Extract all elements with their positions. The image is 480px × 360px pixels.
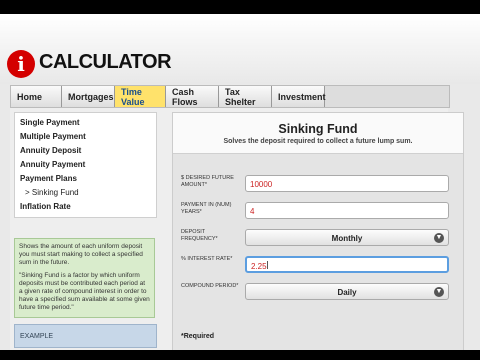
- future-amount-row: $ DESIRED FUTURE AMOUNT* 10000: [181, 173, 456, 197]
- sidebar-item-annuity-payment[interactable]: Annuity Payment: [15, 158, 156, 172]
- deposit-frequency-label: DEPOSIT FREQUENCY*: [181, 229, 218, 242]
- sidebar-menu: Single Payment Multiple Payment Annuity …: [14, 112, 157, 218]
- sidebar-item-payment-plans[interactable]: Payment Plans: [15, 172, 156, 186]
- logo-letter: i: [17, 52, 25, 76]
- sidebar-item-annuity-deposit[interactable]: Annuity Deposit: [15, 144, 156, 158]
- description-box: Shows the amount of each uniform deposit…: [14, 238, 155, 318]
- chevron-down-icon: ▼: [434, 233, 444, 243]
- example-label: EXAMPLE: [20, 333, 54, 340]
- main-nav: Home Mortgages Time Value Cash Flows Tax…: [10, 85, 450, 108]
- nav-tab-time-value[interactable]: Time Value: [115, 86, 166, 107]
- payment-years-row: PAYMENT IN (NUM) YEARS* 4: [181, 200, 456, 224]
- compound-period-value: Daily: [337, 288, 357, 297]
- chevron-down-icon: ▼: [434, 287, 444, 297]
- site-logo-text[interactable]: CALCULATOR: [39, 51, 172, 74]
- required-note: *Required: [181, 333, 215, 340]
- interest-rate-row: % INTEREST RATE* 2.25: [181, 254, 456, 278]
- video-frame: i CALCULATOR Home Mortgages Time Value C…: [0, 0, 480, 360]
- compound-period-label: COMPOUND PERIOD*: [181, 283, 239, 289]
- sidebar-item-inflation-rate[interactable]: Inflation Rate: [15, 200, 156, 214]
- payment-years-input[interactable]: 4: [245, 202, 449, 219]
- future-amount-input[interactable]: 10000: [245, 175, 449, 192]
- calculator-title: Sinking Fund: [278, 122, 358, 136]
- text-cursor: [267, 261, 268, 269]
- nav-tab-investment[interactable]: Investment: [272, 86, 326, 107]
- calculator-panel: Sinking Fund Solves the deposit required…: [172, 112, 464, 350]
- description-text: Shows the amount of each uniform deposit…: [19, 243, 143, 266]
- logo-icon[interactable]: i: [7, 50, 35, 78]
- example-section[interactable]: EXAMPLE: [14, 324, 157, 348]
- nav-tab-mortgages[interactable]: Mortgages: [62, 86, 115, 107]
- sidebar-item-multiple-payment[interactable]: Multiple Payment: [15, 130, 156, 144]
- compound-period-select[interactable]: Daily ▼: [245, 283, 449, 300]
- panel-header: Sinking Fund Solves the deposit required…: [173, 113, 463, 154]
- nav-tab-cash-flows[interactable]: Cash Flows: [166, 86, 219, 107]
- main-content: Single Payment Multiple Payment Annuity …: [10, 108, 464, 350]
- payment-years-label: PAYMENT IN (NUM) YEARS*: [181, 202, 232, 215]
- deposit-frequency-row: DEPOSIT FREQUENCY* Monthly ▼: [181, 227, 456, 251]
- interest-rate-value: 2.25: [251, 262, 267, 271]
- calculator-subtitle: Solves the deposit required to collect a…: [223, 138, 413, 145]
- interest-rate-label: % INTEREST RATE*: [181, 256, 233, 262]
- sidebar-item-single-payment[interactable]: Single Payment: [15, 116, 156, 130]
- nav-tab-home[interactable]: Home: [11, 86, 62, 107]
- browser-page: i CALCULATOR Home Mortgages Time Value C…: [0, 14, 480, 350]
- definition-text: "Sinking Fund is a factor by which unifo…: [19, 272, 150, 311]
- compound-period-row: COMPOUND PERIOD* Daily ▼: [181, 281, 456, 305]
- future-amount-label: $ DESIRED FUTURE AMOUNT*: [181, 175, 234, 188]
- nav-tab-tax-shelter[interactable]: Tax Shelter: [219, 86, 272, 107]
- sidebar-item-sinking-fund[interactable]: > Sinking Fund: [15, 186, 156, 200]
- site-header: i CALCULATOR: [0, 14, 480, 84]
- deposit-frequency-value: Monthly: [331, 234, 363, 243]
- deposit-frequency-select[interactable]: Monthly ▼: [245, 229, 449, 246]
- interest-rate-input[interactable]: 2.25: [245, 256, 449, 273]
